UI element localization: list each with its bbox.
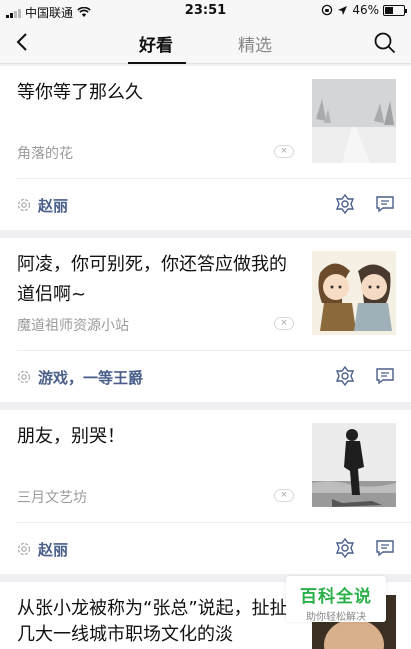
status-bar: 中国联通 23:51 46% xyxy=(0,0,411,22)
back-arrow-icon[interactable] xyxy=(12,30,34,54)
watermark-subtitle: 助你轻松解决 xyxy=(306,612,366,623)
card-divider xyxy=(17,350,411,351)
article-source: 三月文艺坊 xyxy=(17,490,87,506)
article-thumbnail[interactable] xyxy=(312,423,396,507)
article-title-line-2[interactable]: 几大一线城市职场文化的淡 xyxy=(17,620,317,649)
dismiss-button[interactable]: × xyxy=(274,317,294,330)
article-source: 魔道祖师资源小站 xyxy=(17,318,129,334)
author-name[interactable]: 游戏，一等王爵 xyxy=(38,367,143,388)
rotation-lock-icon xyxy=(322,4,333,16)
tab-haokan[interactable]: 好看 xyxy=(139,31,173,56)
settings-gear-icon xyxy=(17,370,31,384)
article-thumbnail[interactable] xyxy=(312,251,396,335)
card-divider xyxy=(17,178,411,179)
snowy-road-image xyxy=(312,79,396,163)
article-title[interactable]: 朋友，别哭！ xyxy=(17,422,297,452)
settings-gear-icon xyxy=(17,198,31,212)
card-divider xyxy=(17,522,411,523)
comment-icon[interactable] xyxy=(374,537,396,559)
battery-percent: 46% xyxy=(352,3,379,17)
anime-couple-image xyxy=(312,251,396,335)
feed-card[interactable]: 朋友，别哭！ 三月文艺坊 × 赵丽 xyxy=(0,410,411,574)
wow-icon[interactable] xyxy=(334,193,356,215)
comment-icon[interactable] xyxy=(374,193,396,215)
dismiss-button[interactable]: × xyxy=(274,489,294,502)
article-source: 角落的花 xyxy=(17,146,73,162)
author-name[interactable]: 赵丽 xyxy=(38,195,68,216)
baike-watermark: 百科全说 助你轻松解决 xyxy=(286,576,386,623)
wow-icon[interactable] xyxy=(334,537,356,559)
feed-card[interactable]: 等你等了那么久 角落的花 × 赵丽 xyxy=(0,66,411,230)
status-right: 46% xyxy=(321,3,407,17)
article-title[interactable]: 等你等了那么久 xyxy=(17,78,297,108)
article-thumbnail[interactable] xyxy=(312,79,396,163)
article-title[interactable]: 阿凌，你可别死，你还答应做我的道侣啊~ xyxy=(17,250,297,310)
author-name[interactable]: 赵丽 xyxy=(38,539,68,560)
active-tab-indicator xyxy=(128,62,186,64)
feed-card[interactable]: 阿凌，你可别死，你还答应做我的道侣啊~ 魔道祖师资源小站 × 游戏，一等王爵 xyxy=(0,238,411,402)
watermark-title: 百科全说 xyxy=(300,587,372,607)
location-arrow-icon xyxy=(338,5,348,15)
tab-jingxuan[interactable]: 精选 xyxy=(238,31,272,56)
comment-icon[interactable] xyxy=(374,365,396,387)
beach-photo-image xyxy=(312,423,396,507)
search-icon[interactable] xyxy=(373,31,397,55)
wow-icon[interactable] xyxy=(334,365,356,387)
battery-icon xyxy=(383,4,407,16)
settings-gear-icon xyxy=(17,542,31,556)
dismiss-button[interactable]: × xyxy=(274,145,294,158)
top-nav: 好看 精选 xyxy=(0,22,411,64)
